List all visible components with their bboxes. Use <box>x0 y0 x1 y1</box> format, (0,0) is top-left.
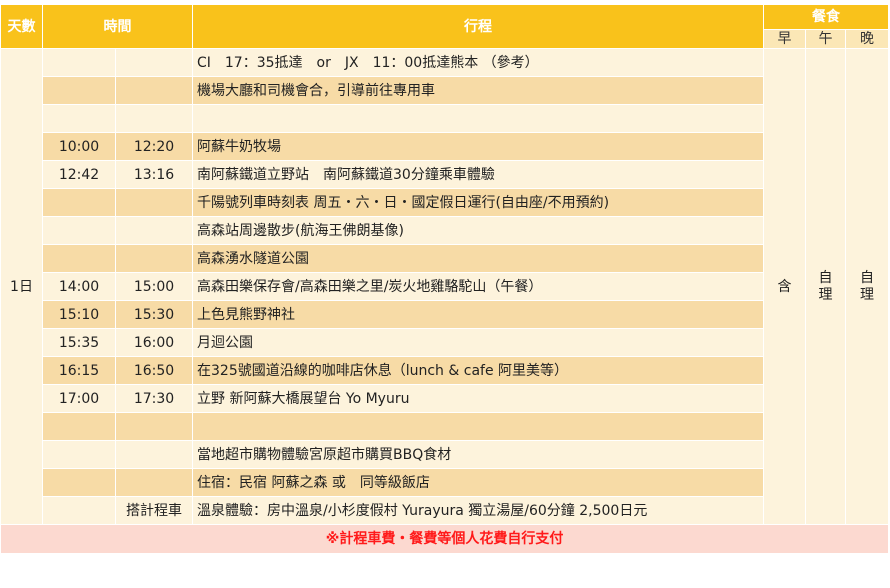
itinerary-page: 天數 時間 行程 餐食 早 午 晚 1日 CI 17：35抵達 or JX 11… <box>0 0 890 588</box>
end-time <box>115 468 193 497</box>
start-time: 15:35 <box>42 328 116 357</box>
table-row: 住宿：民宿 阿蘇之森 或 同等級飯店 <box>1 468 889 497</box>
table-row: 千陽號列車時刻表 周五・六・日・國定假日運行(自由座/不用預約) <box>1 188 889 217</box>
start-time: 15:10 <box>42 300 116 329</box>
header-day: 天數 <box>0 4 43 49</box>
start-time <box>42 440 116 469</box>
activity: 當地超市購物體驗宮原超市購買BBQ食材 <box>192 440 764 469</box>
activity: 立野 新阿蘇大橋展望台 Yo Myuru <box>192 384 764 413</box>
end-time <box>115 244 193 273</box>
activity: 高森站周邊散步(航海王佛朗基像) <box>192 216 764 245</box>
start-time <box>42 104 116 133</box>
table-row: 10:00 12:20 阿蘇牛奶牧場 <box>1 132 889 161</box>
activity: 月迴公園 <box>192 328 764 357</box>
table-row: 16:15 16:50 在325號國道沿線的咖啡店休息（lunch & cafe… <box>1 356 889 385</box>
activity: 高森田樂保存會/高森田樂之里/炭火地雞駱駝山（午餐） <box>192 272 764 301</box>
start-time <box>42 244 116 273</box>
table-row <box>1 104 889 133</box>
start-time: 12:42 <box>42 160 116 189</box>
start-time <box>42 48 116 77</box>
start-time: 10:00 <box>42 132 116 161</box>
end-time <box>115 104 193 133</box>
end-time: 15:00 <box>115 272 193 301</box>
activity <box>192 412 764 441</box>
table-row: 15:35 16:00 月迴公園 <box>1 328 889 357</box>
table-row: 12:42 13:16 南阿蘇鐵道立野站 南阿蘇鐵道30分鐘乘車體驗 <box>1 160 889 189</box>
start-time <box>42 412 116 441</box>
footer-note: ※計程車費・餐費等個人花費自行支付 <box>0 524 890 554</box>
meal-dinner: 自理 <box>844 48 890 525</box>
header-dinner: 晚 <box>844 29 890 49</box>
activity: 千陽號列車時刻表 周五・六・日・國定假日運行(自由座/不用預約) <box>192 188 764 217</box>
header-meals: 餐食 <box>762 4 890 30</box>
activity: 上色見熊野神社 <box>192 300 764 329</box>
table-row <box>1 412 889 441</box>
start-time <box>42 468 116 497</box>
activity: 高森湧水隧道公園 <box>192 244 764 273</box>
end-time: 16:00 <box>115 328 193 357</box>
end-time: 13:16 <box>115 160 193 189</box>
activity: CI 17：35抵達 or JX 11：00抵達熊本 （參考） <box>192 48 764 77</box>
activity <box>192 104 764 133</box>
start-time: 14:00 <box>42 272 116 301</box>
start-time: 16:15 <box>42 356 116 385</box>
activity: 機場大廳和司機會合，引導前往專用車 <box>192 76 764 105</box>
end-time: 12:20 <box>115 132 193 161</box>
end-time <box>115 440 193 469</box>
header-lunch: 午 <box>805 29 846 49</box>
start-time <box>42 496 116 525</box>
header-time: 時間 <box>42 4 193 49</box>
end-time <box>115 188 193 217</box>
activity: 南阿蘇鐵道立野站 南阿蘇鐵道30分鐘乘車體驗 <box>192 160 764 189</box>
start-time <box>42 76 116 105</box>
header-breakfast: 早 <box>763 29 806 49</box>
start-time <box>42 188 116 217</box>
table-row: 搭計程車 溫泉體驗：房中溫泉/小杉度假村 Yurayura 獨立湯屋/60分鐘 … <box>1 496 889 525</box>
end-time <box>115 76 193 105</box>
end-time: 15:30 <box>115 300 193 329</box>
meal-lunch: 自理 <box>805 48 846 525</box>
end-time: 17:30 <box>115 384 193 413</box>
activity: 阿蘇牛奶牧場 <box>192 132 764 161</box>
activity: 溫泉體驗：房中溫泉/小杉度假村 Yurayura 獨立湯屋/60分鐘 2,500… <box>192 496 764 525</box>
table-row: 當地超市購物體驗宮原超市購買BBQ食材 <box>1 440 889 469</box>
activity: 住宿：民宿 阿蘇之森 或 同等級飯店 <box>192 468 764 497</box>
start-time: 17:00 <box>42 384 116 413</box>
day-cell: 1日 <box>0 48 43 525</box>
end-time: 16:50 <box>115 356 193 385</box>
table-row: 17:00 17:30 立野 新阿蘇大橋展望台 Yo Myuru <box>1 384 889 413</box>
meal-breakfast: 含 <box>763 48 806 525</box>
start-time <box>42 216 116 245</box>
table-row: 高森站周邊散步(航海王佛朗基像) <box>1 216 889 245</box>
end-time <box>115 48 193 77</box>
table-row: 1日 CI 17：35抵達 or JX 11：00抵達熊本 （參考） 含 自理 … <box>0 48 890 525</box>
header-itinerary: 行程 <box>192 4 764 49</box>
end-time <box>115 216 193 245</box>
meal-dinner-text: 自理 <box>860 269 874 303</box>
itinerary-table: 天數 時間 行程 餐食 早 午 晚 1日 CI 17：35抵達 or JX 11… <box>0 4 890 554</box>
activity: 在325號國道沿線的咖啡店休息（lunch & cafe 阿里美等） <box>192 356 764 385</box>
table-row: 15:10 15:30 上色見熊野神社 <box>1 300 889 329</box>
table-row: 機場大廳和司機會合，引導前往專用車 <box>1 76 889 105</box>
meal-lunch-text: 自理 <box>818 269 833 303</box>
table-row: 14:00 15:00 高森田樂保存會/高森田樂之里/炭火地雞駱駝山（午餐） <box>1 272 889 301</box>
end-time: 搭計程車 <box>115 496 193 525</box>
end-time <box>115 412 193 441</box>
table-row: 高森湧水隧道公園 <box>1 244 889 273</box>
